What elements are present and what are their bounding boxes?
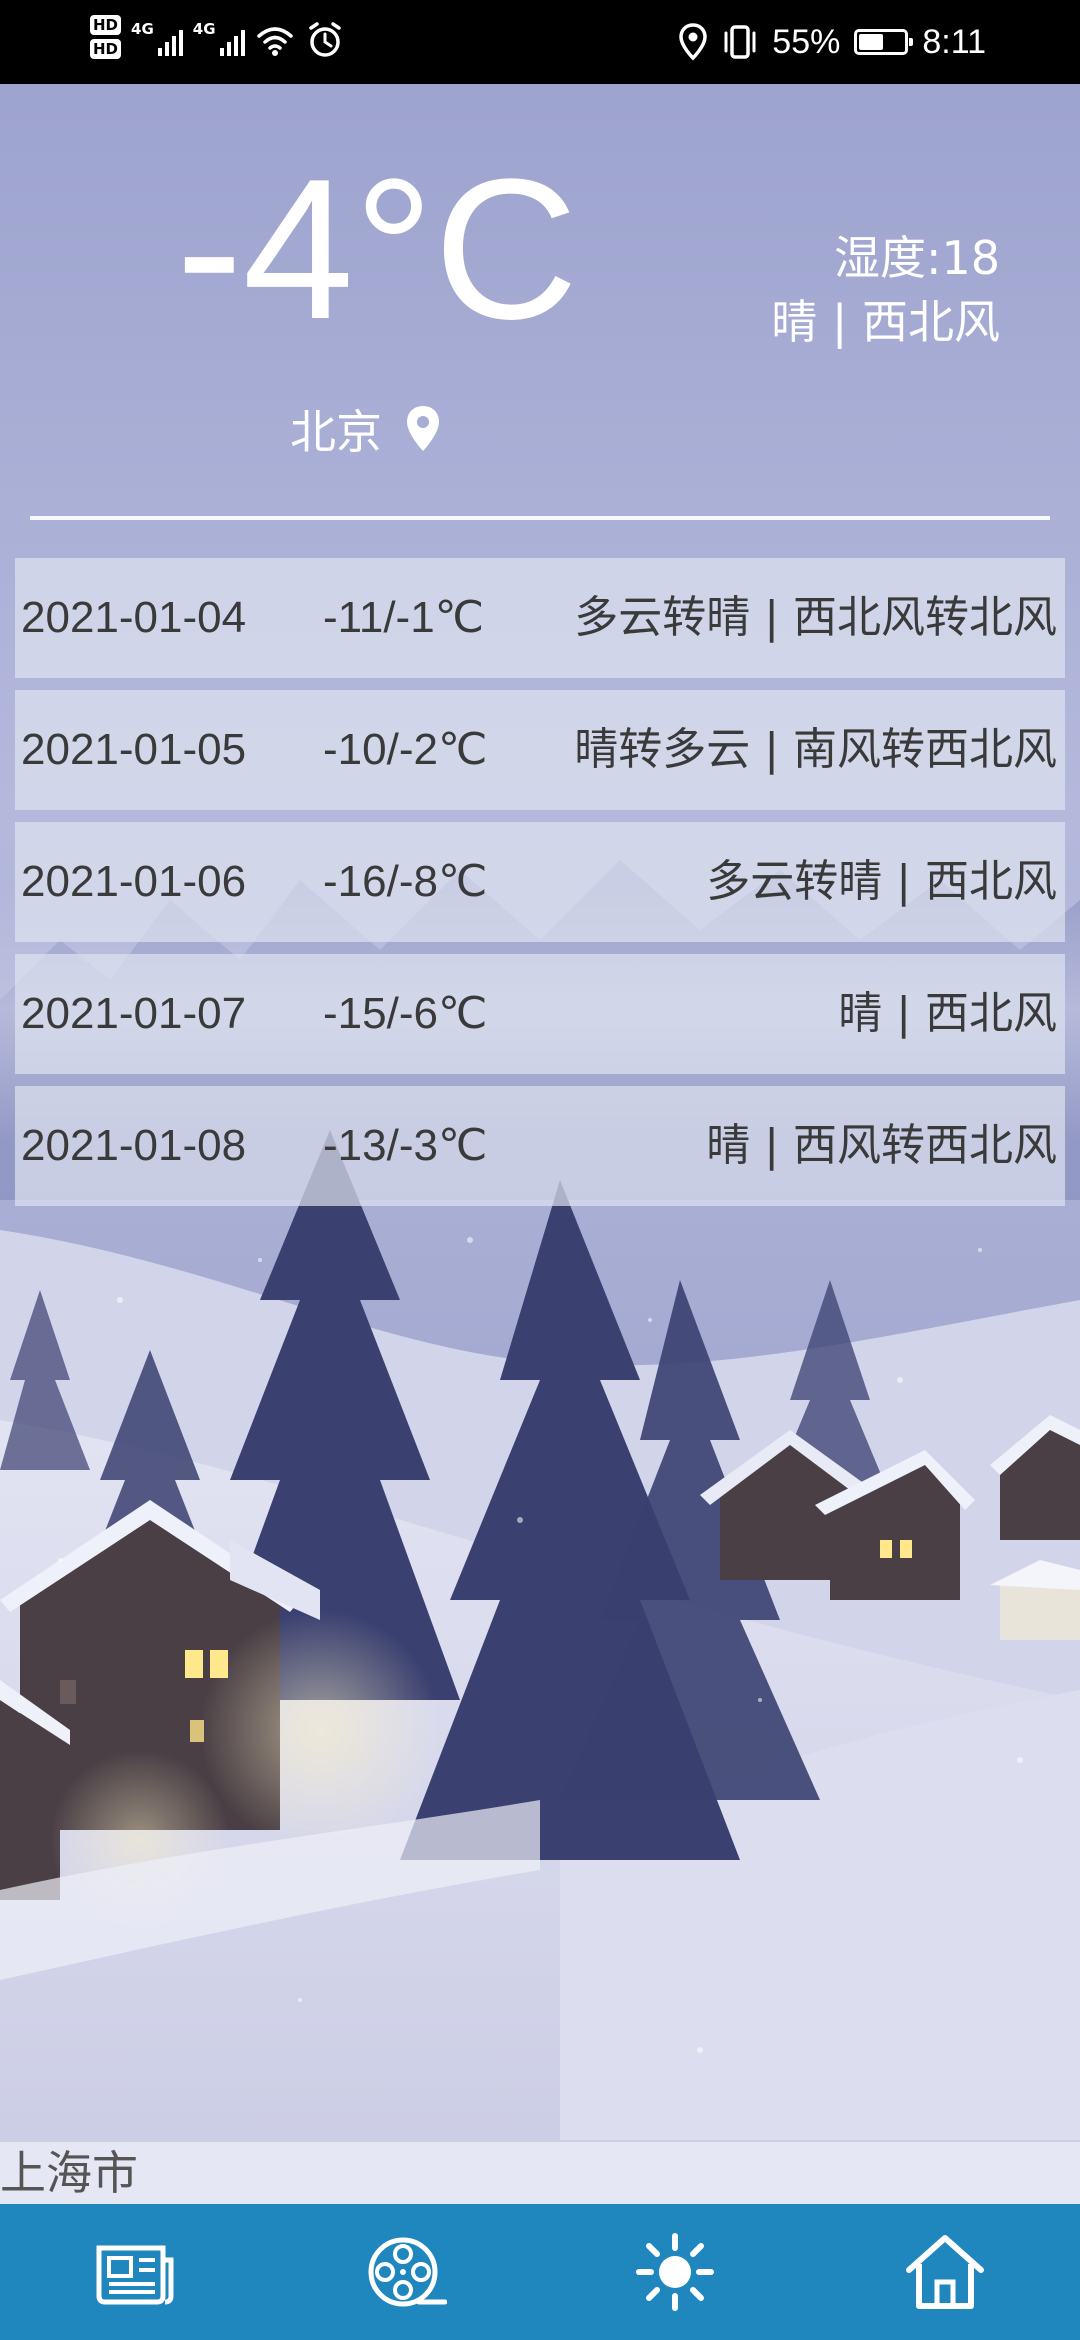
forecast-date: 2021-01-05 (21, 725, 247, 774)
battery-level-fill (859, 34, 884, 50)
humidity-label: 湿度:18 (833, 231, 1000, 285)
vibrate-icon (724, 25, 756, 59)
nav-home[interactable] (810, 2204, 1080, 2340)
city-name[interactable]: 北京 (290, 396, 382, 462)
battery-icon (854, 29, 914, 55)
film-reel-icon[interactable] (363, 2230, 447, 2314)
signal-bars-icon (157, 24, 183, 56)
forecast-date: 2021-01-07 (21, 989, 247, 1038)
forecast-row[interactable]: 2021-01-04 -11/-1℃ 多云转晴 | 西北风转北风 (15, 558, 1065, 678)
clock: 8:11 (922, 22, 986, 61)
forecast-temp-range: -10/-2℃ (323, 725, 488, 774)
forecast-temp-range: -11/-1℃ (323, 593, 485, 642)
forecast-row[interactable]: 2021-01-05 -10/-2℃ 晴转多云 | 南风转西北风 (15, 690, 1065, 810)
forecast-temp-range: -16/-8℃ (323, 857, 488, 906)
hd-badge-1: HD (90, 15, 122, 35)
forecast-description: 晴转多云 | 南风转西北风 (574, 724, 1057, 775)
forecast-description: 晴 | 西风转西北风 (706, 1120, 1057, 1171)
wifi-icon (256, 27, 293, 56)
location-icon (679, 23, 708, 61)
current-details: 湿度:18 晴 | 西北风 (640, 226, 1000, 354)
status-bar-right: 55% 8:11 (678, 0, 986, 84)
forecast-date: 2021-01-08 (21, 1121, 247, 1170)
sun-icon[interactable] (633, 2230, 717, 2314)
status-bar: HD HD 4G 4G 55% 8:11 (0, 0, 1080, 84)
location-pin-icon[interactable] (404, 404, 442, 454)
current-temperature: -4°C (176, 138, 579, 361)
status-bar-left: HD HD 4G 4G (90, 14, 345, 60)
nav-news[interactable] (0, 2204, 270, 2340)
nav-weather[interactable] (540, 2204, 810, 2340)
forecast-description: 晴 | 西北风 (838, 988, 1057, 1039)
home-icon[interactable] (903, 2230, 987, 2314)
forecast-description: 多云转晴 | 西北风 (706, 856, 1057, 907)
hd-indicators: HD HD (90, 15, 122, 59)
divider (30, 516, 1050, 520)
network-type-1: 4G (131, 20, 154, 38)
forecast-temp-range: -15/-6℃ (323, 989, 488, 1038)
signal-1: 4G (131, 14, 183, 60)
news-icon[interactable] (93, 2230, 177, 2314)
forecast-date: 2021-01-06 (21, 857, 247, 906)
forecast-date: 2021-01-04 (21, 593, 247, 642)
forecast-temp-range: -13/-3℃ (323, 1121, 488, 1170)
alarm-icon (308, 22, 341, 57)
signal-2: 4G (193, 14, 245, 60)
bottom-city-label[interactable]: 上海市 (0, 2142, 138, 2204)
forecast-list: 2021-01-04 -11/-1℃ 多云转晴 | 西北风转北风 2021-01… (15, 558, 1065, 1218)
hd-badge-2: HD (90, 39, 122, 59)
network-type-2: 4G (192, 20, 216, 38)
forecast-description: 多云转晴 | 西北风转北风 (574, 592, 1057, 643)
city-selector[interactable]: 北京 (290, 396, 442, 462)
forecast-row[interactable]: 2021-01-06 -16/-8℃ 多云转晴 | 西北风 (15, 822, 1065, 942)
battery-percent: 55% (772, 22, 841, 61)
bottom-city-strip[interactable]: 上海市 (0, 2142, 1080, 2204)
bottom-nav (0, 2204, 1080, 2340)
forecast-row[interactable]: 2021-01-08 -13/-3℃ 晴 | 西风转西北风 (15, 1086, 1065, 1206)
forecast-row[interactable]: 2021-01-07 -15/-6℃ 晴 | 西北风 (15, 954, 1065, 1074)
nav-video[interactable] (270, 2204, 540, 2340)
signal-bars-icon (219, 24, 245, 56)
condition-label: 晴 | 西北风 (771, 295, 1000, 349)
